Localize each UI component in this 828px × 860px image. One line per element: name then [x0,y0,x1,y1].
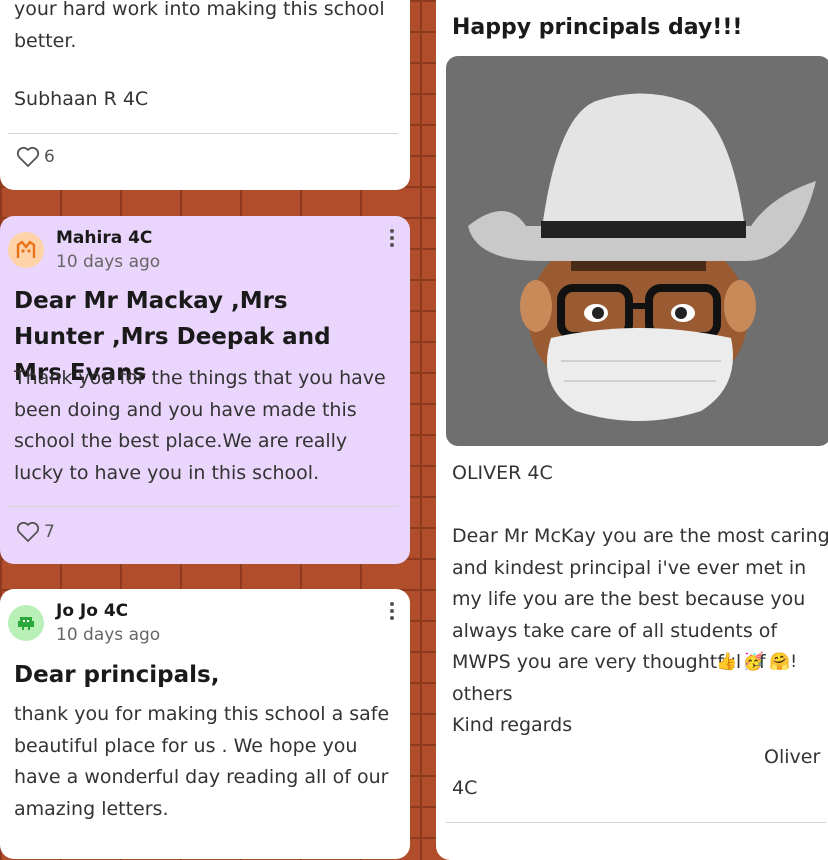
heart-outline-icon [16,146,40,167]
post-image[interactable] [446,56,828,446]
author-name[interactable]: Jo Jo 4C [56,601,128,621]
heart-outline-icon [16,521,40,542]
like-count: 6 [44,147,55,167]
alien-avatar-icon [18,617,34,630]
post-signature: Subhaan R 4C [14,88,149,110]
divider [8,506,398,507]
memoji-cowboy-image [468,93,816,421]
like-button[interactable]: 6 [16,146,55,168]
post-body: Dear Mr McKay you are the most caring an… [452,525,828,705]
post-title: Dear principals, [14,662,220,688]
post-body: your hard work into making this school b… [14,0,385,52]
post-signature: OLIVER 4C [452,462,553,484]
post-title: Happy principals day!!! [452,15,743,40]
post-card-mahira: Mahira 4C 10 days ago Dear Mr Mackay ,Mr… [0,216,410,564]
post-timestamp: 10 days ago [56,625,161,645]
post-author-name: Oliver [764,746,821,768]
post-closing: Kind regards [452,714,573,736]
avatar [8,605,44,641]
like-count: 7 [44,522,55,542]
more-options-icon[interactable] [390,229,394,247]
divider [446,822,826,823]
divider [8,133,398,134]
more-options-icon[interactable] [390,602,394,620]
post-body: thank you for making this school a safe … [14,703,390,820]
like-button[interactable]: 7 [16,521,55,543]
post-body: Thank you for the things that you have b… [14,367,386,484]
monster-avatar-icon [16,240,36,258]
post-card-jojo: Jo Jo 4C 10 days ago Dear principals, th… [0,589,410,859]
avatar [8,232,44,268]
emoji-row: 👍 🥳 🤗! [716,652,798,672]
post-card-oliver: Happy principals day!!! OLIVER 4C Dear M… [436,0,828,860]
post-card-subhaan: your hard work into making this school b… [0,0,410,190]
author-name[interactable]: Mahira 4C [56,228,152,248]
post-class: 4C [452,777,478,799]
post-timestamp: 10 days ago [56,252,161,272]
